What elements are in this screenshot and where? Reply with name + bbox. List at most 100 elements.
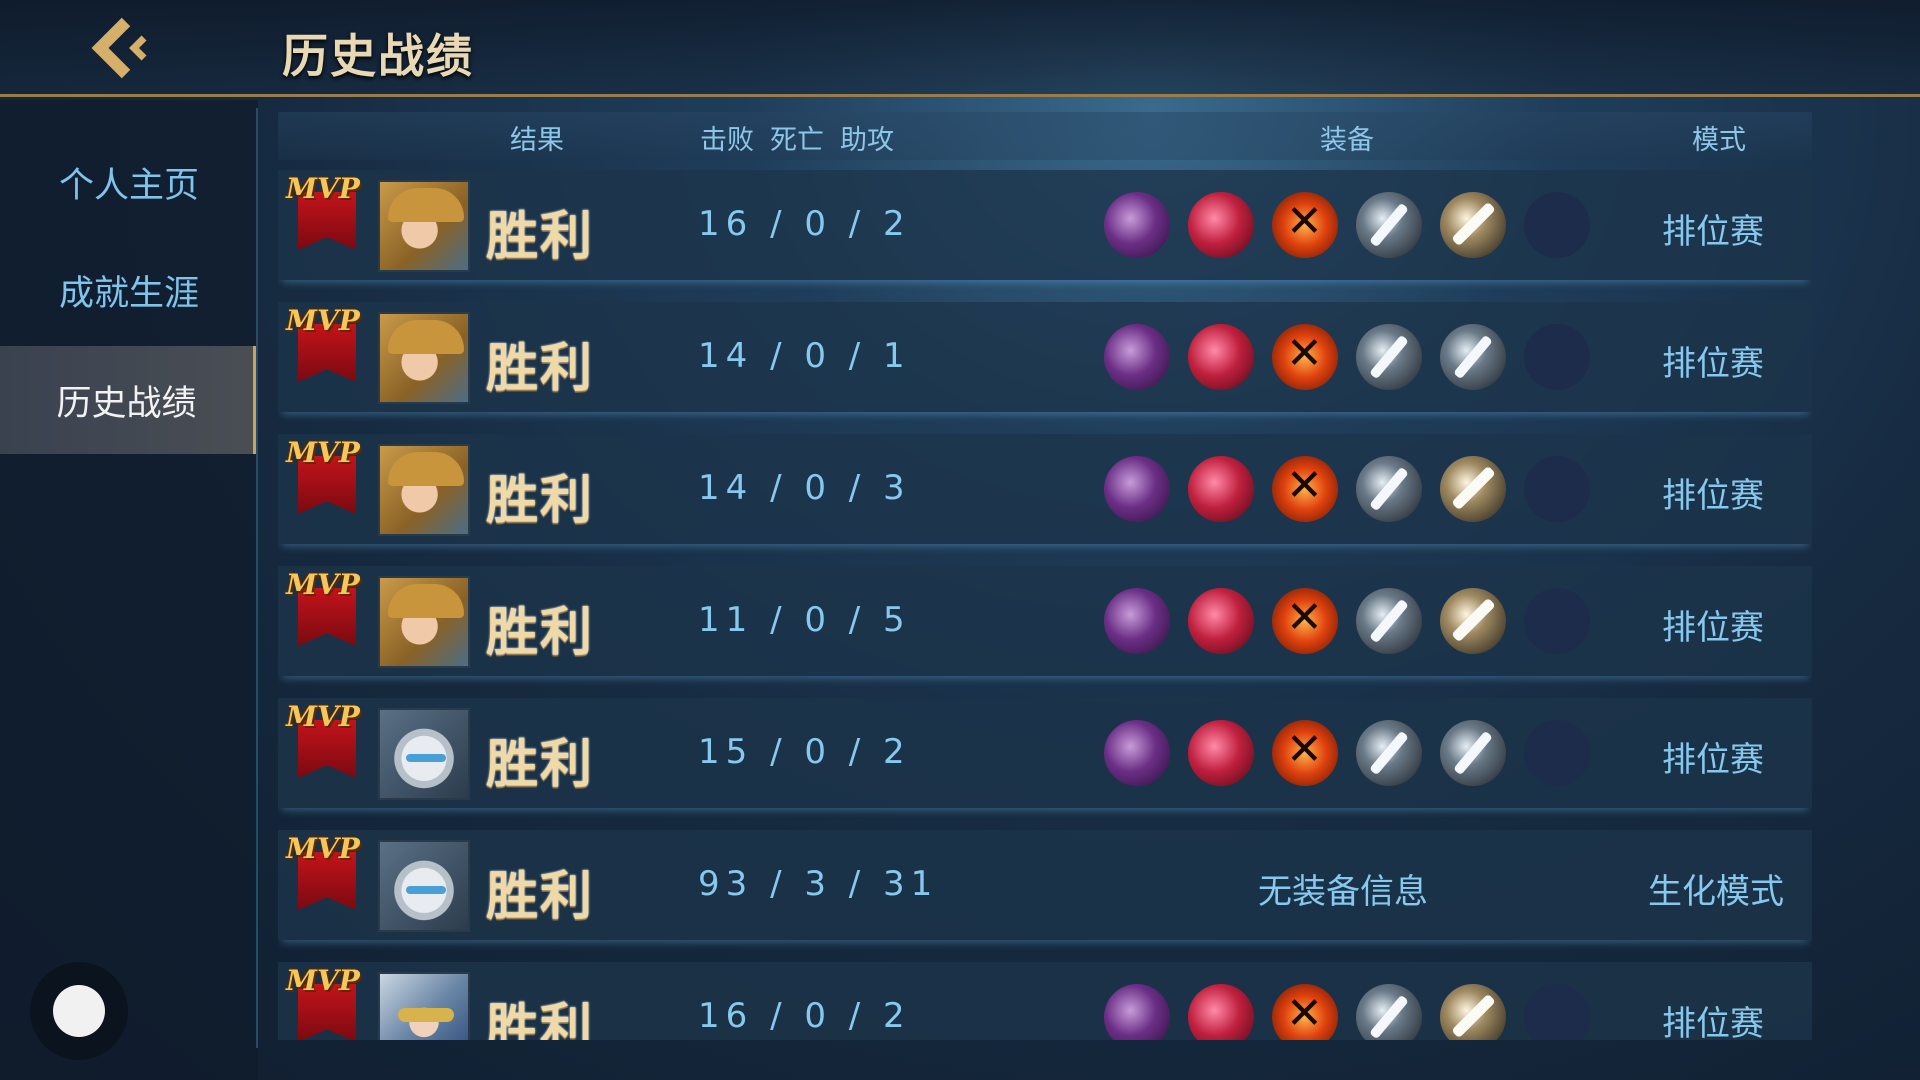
- mvp-badge: MVP: [286, 692, 368, 784]
- equipment-boots-icon[interactable]: [1104, 324, 1170, 390]
- column-header-assists: 助攻: [840, 125, 894, 156]
- game-mode: 排位赛: [1662, 476, 1764, 516]
- equipment-claw-icon[interactable]: [1188, 456, 1254, 522]
- mvp-label: MVP: [286, 304, 360, 337]
- kda-score: 14 / 0 / 3: [698, 468, 911, 508]
- mvp-badge: MVP: [286, 956, 368, 1040]
- empty-item-slot[interactable]: [1524, 192, 1590, 258]
- sidebar-item-profile[interactable]: 个人主页: [0, 128, 258, 236]
- kda-score: 93 / 3 / 31: [698, 864, 939, 904]
- equipment-blade-icon[interactable]: [1356, 984, 1422, 1040]
- column-header-deaths: 死亡: [770, 125, 824, 156]
- equipment-claw-icon[interactable]: [1188, 984, 1254, 1040]
- equipment-claw-icon[interactable]: [1188, 720, 1254, 786]
- mvp-label: MVP: [286, 172, 360, 205]
- hero-portrait[interactable]: [378, 444, 470, 536]
- equipment-claw-icon[interactable]: [1188, 588, 1254, 654]
- column-header-equipment: 装备: [1320, 125, 1374, 156]
- equipment-axe-icon[interactable]: [1272, 192, 1338, 258]
- mvp-label: MVP: [286, 436, 360, 469]
- game-mode: 排位赛: [1662, 1004, 1764, 1040]
- match-result: 胜利: [486, 603, 595, 663]
- mvp-label: MVP: [286, 700, 360, 733]
- equipment-axe-icon[interactable]: [1272, 456, 1338, 522]
- table-row[interactable]: MVP 胜利 14 / 0 / 1 排位赛: [278, 302, 1812, 412]
- empty-item-slot[interactable]: [1524, 456, 1590, 522]
- table-row[interactable]: MVP 胜利 15 / 0 / 2 排位赛: [278, 698, 1812, 808]
- mvp-label: MVP: [286, 964, 360, 997]
- match-result: 胜利: [486, 735, 595, 795]
- equipment-saber-icon[interactable]: [1440, 588, 1506, 654]
- kda-score: 15 / 0 / 2: [698, 732, 911, 772]
- equipment-blade-icon[interactable]: [1356, 192, 1422, 258]
- match-result: 胜利: [486, 471, 595, 531]
- equipment-blade-icon[interactable]: [1356, 588, 1422, 654]
- top-bar: 历史战绩: [0, 0, 1920, 97]
- equipment-saber-icon[interactable]: [1440, 456, 1506, 522]
- table-row[interactable]: MVP 胜利 93 / 3 / 31 无装备信息 生化模式: [278, 830, 1812, 940]
- equipment-axe-icon[interactable]: [1272, 720, 1338, 786]
- equipment-boots-icon[interactable]: [1104, 192, 1170, 258]
- mvp-label: MVP: [286, 832, 360, 865]
- empty-item-slot[interactable]: [1524, 588, 1590, 654]
- match-result: 胜利: [486, 999, 595, 1040]
- equipment-boots-icon[interactable]: [1104, 456, 1170, 522]
- hero-portrait[interactable]: [378, 312, 470, 404]
- sidebar-item-achievements[interactable]: 成就生涯: [0, 236, 258, 344]
- equipment-saber-icon[interactable]: [1440, 984, 1506, 1040]
- hero-portrait[interactable]: [378, 708, 470, 800]
- hero-portrait[interactable]: [378, 972, 470, 1040]
- match-history-list[interactable]: MVP 胜利 16 / 0 / 2 排位赛 MVP 胜利 14 / 0 / 1 排位赛 MVP 胜…: [278, 170, 1812, 1040]
- equipment-blade-icon[interactable]: [1356, 324, 1422, 390]
- column-header-kills: 击败: [700, 125, 754, 156]
- floating-assistive-button[interactable]: [30, 962, 128, 1060]
- mvp-badge: MVP: [286, 824, 368, 916]
- sidebar-divider: [256, 108, 258, 1048]
- game-mode: 排位赛: [1662, 740, 1764, 780]
- table-row[interactable]: MVP 胜利 14 / 0 / 3 排位赛: [278, 434, 1812, 544]
- sidebar-item-history[interactable]: 历史战绩: [0, 346, 258, 454]
- match-result: 胜利: [486, 339, 595, 399]
- equipment-blade-icon[interactable]: [1440, 324, 1506, 390]
- equipment-blade-icon[interactable]: [1440, 720, 1506, 786]
- equipment-boots-icon[interactable]: [1104, 720, 1170, 786]
- no-equipment-info: 无装备信息: [1258, 872, 1428, 912]
- game-mode: 排位赛: [1662, 608, 1764, 648]
- equipment-saber-icon[interactable]: [1440, 192, 1506, 258]
- empty-item-slot[interactable]: [1524, 720, 1590, 786]
- equipment-boots-icon[interactable]: [1104, 588, 1170, 654]
- empty-item-slot[interactable]: [1524, 984, 1590, 1040]
- equipment-blade-icon[interactable]: [1356, 720, 1422, 786]
- equipment-boots-icon[interactable]: [1104, 984, 1170, 1040]
- table-header: 结果 击败 死亡 助攻 装备 模式: [278, 112, 1812, 160]
- equipment-axe-icon[interactable]: [1272, 324, 1338, 390]
- match-result: 胜利: [486, 867, 595, 927]
- equipment-blade-icon[interactable]: [1356, 456, 1422, 522]
- empty-item-slot[interactable]: [1524, 324, 1590, 390]
- equipment-axe-icon[interactable]: [1272, 588, 1338, 654]
- kda-score: 16 / 0 / 2: [698, 996, 911, 1036]
- page-title: 历史战绩: [282, 29, 474, 83]
- table-row[interactable]: MVP 胜利 16 / 0 / 2 排位赛: [278, 170, 1812, 280]
- column-header-mode: 模式: [1692, 125, 1746, 156]
- equipment-claw-icon[interactable]: [1188, 324, 1254, 390]
- mvp-badge: MVP: [286, 296, 368, 388]
- game-mode: 排位赛: [1662, 212, 1764, 252]
- sidebar-item-label: 历史战绩: [56, 383, 197, 424]
- game-mode: 生化模式: [1648, 872, 1784, 912]
- back-arrow-icon[interactable]: [86, 16, 156, 80]
- kda-score: 11 / 0 / 5: [698, 600, 911, 640]
- hero-portrait[interactable]: [378, 576, 470, 668]
- mvp-badge: MVP: [286, 170, 368, 256]
- sidebar: 个人主页 成就生涯 历史战绩: [0, 100, 258, 1080]
- mvp-badge: MVP: [286, 560, 368, 652]
- hero-portrait[interactable]: [378, 840, 470, 932]
- equipment-claw-icon[interactable]: [1188, 192, 1254, 258]
- hero-portrait[interactable]: [378, 180, 470, 272]
- kda-score: 14 / 0 / 1: [698, 336, 911, 376]
- mvp-label: MVP: [286, 568, 360, 601]
- table-row[interactable]: MVP 胜利 11 / 0 / 5 排位赛: [278, 566, 1812, 676]
- equipment-axe-icon[interactable]: [1272, 984, 1338, 1040]
- table-row[interactable]: MVP 胜利 16 / 0 / 2 排位赛: [278, 962, 1812, 1040]
- column-header-result: 结果: [510, 125, 564, 156]
